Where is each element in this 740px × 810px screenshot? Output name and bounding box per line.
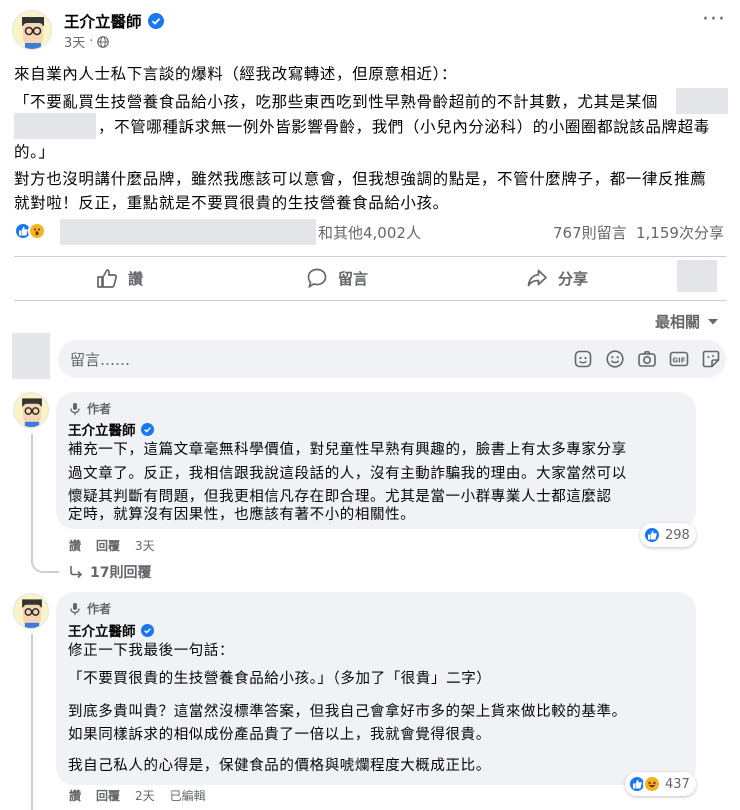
like-button[interactable]: 讚 [96, 265, 143, 291]
post-line-5: 對方也沒明講什麼品牌，雖然我應該可以意會，但我想強調的點是，不管什麼牌子，都一律… [14, 170, 707, 188]
reaction-icons[interactable] [14, 222, 46, 240]
post-line-1: 來自業內人士私下言談的爆料（經我改寫轉述，但原意相近）： [14, 65, 458, 83]
emoji-icon[interactable] [605, 349, 625, 369]
comment-reaction-count: 298 [665, 527, 690, 543]
thread-line [31, 434, 33, 564]
replies-count-label: 17則回覆 [90, 565, 152, 581]
redacted-brand-block [14, 113, 96, 139]
sort-label: 最相關 [655, 313, 701, 331]
redacted-brand-block [676, 88, 728, 114]
more-options-icon[interactable]: ··· [702, 9, 726, 31]
avatar-cartoon-icon [22, 17, 44, 49]
author-badge: 作者 [87, 402, 112, 416]
verified-badge-icon [140, 422, 154, 436]
comment-label: 留言 [338, 269, 369, 288]
gif-icon[interactable]: GIF [669, 349, 689, 369]
comment-line: 如果同樣訴求的相似成份產品貴了一倍以上，我就會覺得很貴。 [68, 727, 491, 743]
chevron-down-icon [708, 318, 719, 324]
avatar-cartoon-icon [22, 599, 42, 628]
post-timestamp[interactable]: 3天 [64, 32, 85, 51]
like-label: 讚 [128, 269, 144, 288]
comment-timestamp[interactable]: 2天 [135, 787, 155, 804]
haha-reaction-icon [643, 775, 661, 793]
sticker-icon[interactable] [701, 349, 721, 369]
share-label: 分享 [558, 269, 589, 288]
author-mic-icon [70, 402, 80, 415]
post-line-3: ，不管哪種訴求無一例外皆影響骨齡，我們（小兒內分泌科）的小圈圈都說該品牌超毒 [98, 118, 710, 136]
comment-reaction-count: 437 [665, 776, 690, 792]
comment-bubble: 作者 王介立醫師 修正一下我最後一句話： 「不要買很貴的生技營養食品給小孩。」（… [56, 592, 696, 785]
view-replies-button[interactable]: 17則回覆 [68, 562, 151, 582]
post-author-name[interactable]: 王介立醫師 [64, 10, 142, 32]
shares-count[interactable]: 1,159次分享 [636, 222, 724, 243]
comment-bubble-icon [307, 268, 327, 289]
share-button[interactable]: 分享 [526, 265, 588, 291]
reply-arrow-icon [70, 566, 83, 579]
comment-line: 「不要買很貴的生技營養食品給小孩。」（多加了「很貴」二字） [68, 671, 492, 687]
thread-line [31, 634, 33, 810]
globe-icon[interactable] [97, 35, 110, 48]
edited-label: 已編輯 [169, 789, 206, 803]
post-line-6: 就對啦！反正，重點就是不要買很貴的生技營養食品給小孩。 [14, 194, 449, 212]
camera-icon[interactable] [637, 349, 657, 369]
composer-input[interactable]: 留言…… [70, 349, 130, 370]
author-badge: 作者 [87, 602, 112, 616]
comment-like-button[interactable]: 讚 [69, 537, 81, 554]
divider [14, 256, 726, 257]
sort-dropdown[interactable]: 最相關 [655, 311, 719, 332]
comment-reactions[interactable]: 298 [640, 523, 696, 547]
comment-composer[interactable]: 留言…… GIF [58, 340, 726, 378]
comment-author-name[interactable]: 王介立醫師 [68, 620, 136, 640]
comment-reply-button[interactable]: 回覆 [96, 787, 120, 804]
current-user-avatar[interactable] [12, 333, 50, 379]
comment-line: 過文章了。反正，我相信跟我說這段話的人，沒有主動詐騙我的理由。大家當然可以 [68, 466, 627, 482]
comment-timestamp[interactable]: 3天 [135, 537, 155, 554]
author-avatar[interactable] [12, 10, 52, 50]
comment-author-avatar[interactable] [13, 593, 49, 629]
divider [14, 300, 726, 301]
comment-line: 到底多貴叫貴？這當然沒標準答案，但我自己會拿好市多的架上貨來做比較的基準。 [68, 704, 627, 720]
post-line-4: 的。」 [14, 143, 55, 161]
comment-line: 定時，就算沒有因果性，也應該有著不小的相關性。 [68, 507, 416, 523]
thumbs-up-icon [97, 269, 118, 288]
avatar-sticker-icon[interactable] [573, 349, 593, 369]
thread-line-curve [31, 553, 59, 573]
share-arrow-icon [527, 269, 547, 287]
svg-text:GIF: GIF [672, 356, 685, 364]
redacted-names-block [60, 219, 316, 245]
like-reaction-icon [643, 526, 661, 544]
comment-bubble: 作者 王介立醫師 補充一下，這篇文章毫無科學價值，對兒童性早熟有興趣的，臉書上有… [56, 392, 696, 529]
author-mic-icon [70, 602, 80, 615]
comment-author-avatar[interactable] [13, 392, 49, 428]
separator-dot: · [89, 34, 94, 49]
comment-line: 我自己私人的心得是，保健食品的價格與唬爛程度大概成正比。 [68, 758, 491, 774]
comment-like-button[interactable]: 讚 [69, 787, 81, 804]
comment-author-name[interactable]: 王介立醫師 [68, 419, 136, 439]
comment-line: 修正一下我最後一句話： [68, 643, 235, 659]
wow-reaction-icon [28, 222, 46, 240]
comment-reactions[interactable]: 437 [625, 772, 696, 796]
verified-badge-icon [147, 13, 164, 29]
share-as-avatar[interactable] [677, 260, 717, 292]
comments-count[interactable]: 767則留言 [553, 222, 627, 243]
comment-reply-button[interactable]: 回覆 [96, 537, 120, 554]
reactions-count[interactable]: 和其他4,002人 [318, 222, 421, 243]
comment-line: 補充一下，這篇文章毫無科學價值，對兒童性早熟有興趣的，臉書上有太多專家分享 [68, 442, 627, 458]
comment-button[interactable]: 留言 [306, 265, 368, 291]
avatar-cartoon-icon [22, 398, 42, 427]
post-line-2: 「不要亂買生技營養食品給小孩，吃那些東西吃到性早熟骨齡超前的不計其數，尤其是某個 [14, 93, 659, 111]
verified-badge-icon [140, 623, 154, 637]
